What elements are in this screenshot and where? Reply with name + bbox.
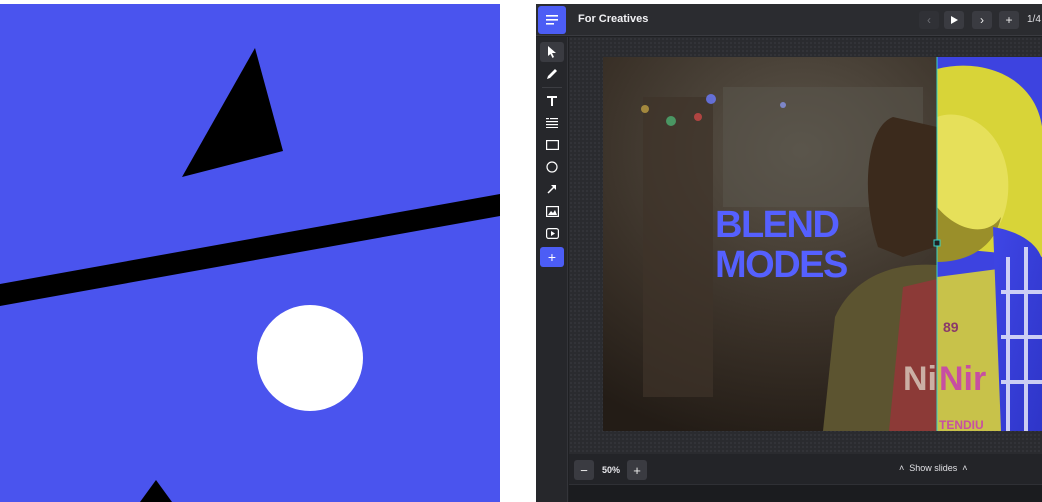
add-element-button[interactable]: + bbox=[540, 247, 564, 267]
shirt-number: 89 bbox=[943, 319, 959, 335]
slide-canvas[interactable]: Nir 89 Nir TENDIU BLEND MODES bbox=[603, 57, 1042, 431]
slide-headline-line1[interactable]: BLEND bbox=[715, 204, 840, 246]
ellipse-icon bbox=[546, 161, 558, 173]
plus-icon: + bbox=[547, 249, 557, 265]
shirt-lettering-blended: Nir bbox=[939, 360, 986, 398]
white-circle bbox=[257, 305, 363, 411]
top-bar: For Creatives ‹ › + 1/4 bbox=[536, 4, 1042, 36]
rectangle-icon bbox=[545, 140, 559, 150]
chevron-left-icon: ‹ bbox=[927, 13, 931, 27]
bokeh-light bbox=[694, 113, 702, 121]
chevron-up-icon: ˄ bbox=[899, 463, 905, 473]
zoom-level: 50% bbox=[602, 465, 621, 475]
slide-artwork: Nir 89 Nir TENDIU BLEND MODES bbox=[603, 57, 1042, 431]
video-icon bbox=[545, 227, 559, 239]
document-title[interactable]: For Creatives bbox=[578, 13, 648, 25]
zoom-out-button[interactable]: − bbox=[574, 460, 594, 480]
plus-icon: + bbox=[1005, 13, 1013, 27]
canvas-area[interactable]: Nir 89 Nir TENDIU BLEND MODES bbox=[569, 37, 1042, 454]
play-button[interactable] bbox=[944, 11, 964, 29]
shirt-subtext: TENDIU bbox=[939, 418, 984, 431]
shapes-svg bbox=[0, 48, 500, 502]
zoom-in-button[interactable]: + bbox=[627, 460, 647, 480]
toolbar-divider bbox=[542, 87, 562, 88]
pen-icon bbox=[547, 69, 557, 79]
arrow-tool[interactable] bbox=[540, 179, 564, 199]
select-tool[interactable] bbox=[540, 42, 564, 62]
tools-sidebar: + bbox=[536, 37, 568, 502]
video-tool[interactable] bbox=[540, 223, 564, 243]
plaid-jacket-blended bbox=[993, 227, 1042, 431]
slide-headline-line2[interactable]: MODES bbox=[715, 244, 849, 286]
image-tool[interactable] bbox=[540, 201, 564, 221]
hamburger-icon bbox=[546, 15, 558, 25]
bokeh-light bbox=[780, 102, 786, 108]
black-triangle-top bbox=[182, 48, 283, 177]
bokeh-light bbox=[641, 105, 649, 113]
person-hair bbox=[867, 117, 937, 257]
previous-slide-button[interactable]: ‹ bbox=[919, 11, 939, 29]
minus-icon: − bbox=[580, 462, 588, 478]
text-list-tool[interactable] bbox=[540, 113, 564, 133]
shirt-blended bbox=[937, 269, 1003, 431]
window-frame bbox=[643, 97, 713, 397]
rectangle-tool[interactable] bbox=[540, 135, 564, 155]
plus-icon: + bbox=[633, 462, 641, 478]
show-slides-label: Show slides bbox=[909, 463, 958, 473]
black-diagonal-bar bbox=[0, 194, 500, 306]
text-list-icon bbox=[546, 118, 558, 128]
chevron-right-icon: › bbox=[980, 13, 984, 27]
resize-handle[interactable] bbox=[933, 239, 941, 247]
chevron-up-icon: ˄ bbox=[962, 463, 968, 473]
play-icon bbox=[951, 16, 958, 24]
text-icon bbox=[547, 96, 557, 106]
page-indicator: 1/4 bbox=[1027, 14, 1041, 25]
bokeh-light bbox=[666, 116, 676, 126]
bokeh-light bbox=[706, 94, 716, 104]
black-triangle-bottom bbox=[140, 480, 172, 502]
show-slides-toggle[interactable]: ˄ Show slides ˄ bbox=[899, 463, 968, 473]
ellipse-tool[interactable] bbox=[540, 157, 564, 177]
pen-tool[interactable] bbox=[540, 64, 564, 84]
text-tool[interactable] bbox=[540, 91, 564, 111]
slides-strip bbox=[569, 484, 1042, 502]
menu-button[interactable] bbox=[538, 6, 566, 34]
arrow-icon bbox=[547, 185, 556, 194]
select-arrow-icon bbox=[548, 46, 556, 58]
add-slide-button[interactable]: + bbox=[999, 11, 1019, 29]
next-slide-button[interactable]: › bbox=[972, 11, 992, 29]
bottom-bar: − 50% + ˄ Show slides ˄ bbox=[569, 454, 1042, 502]
slide-editor-window: For Creatives ‹ › + 1/4 + Nir 89 Nir TEN… bbox=[536, 4, 1042, 502]
abstract-shapes-graphic bbox=[0, 4, 500, 502]
image-icon bbox=[545, 205, 559, 217]
